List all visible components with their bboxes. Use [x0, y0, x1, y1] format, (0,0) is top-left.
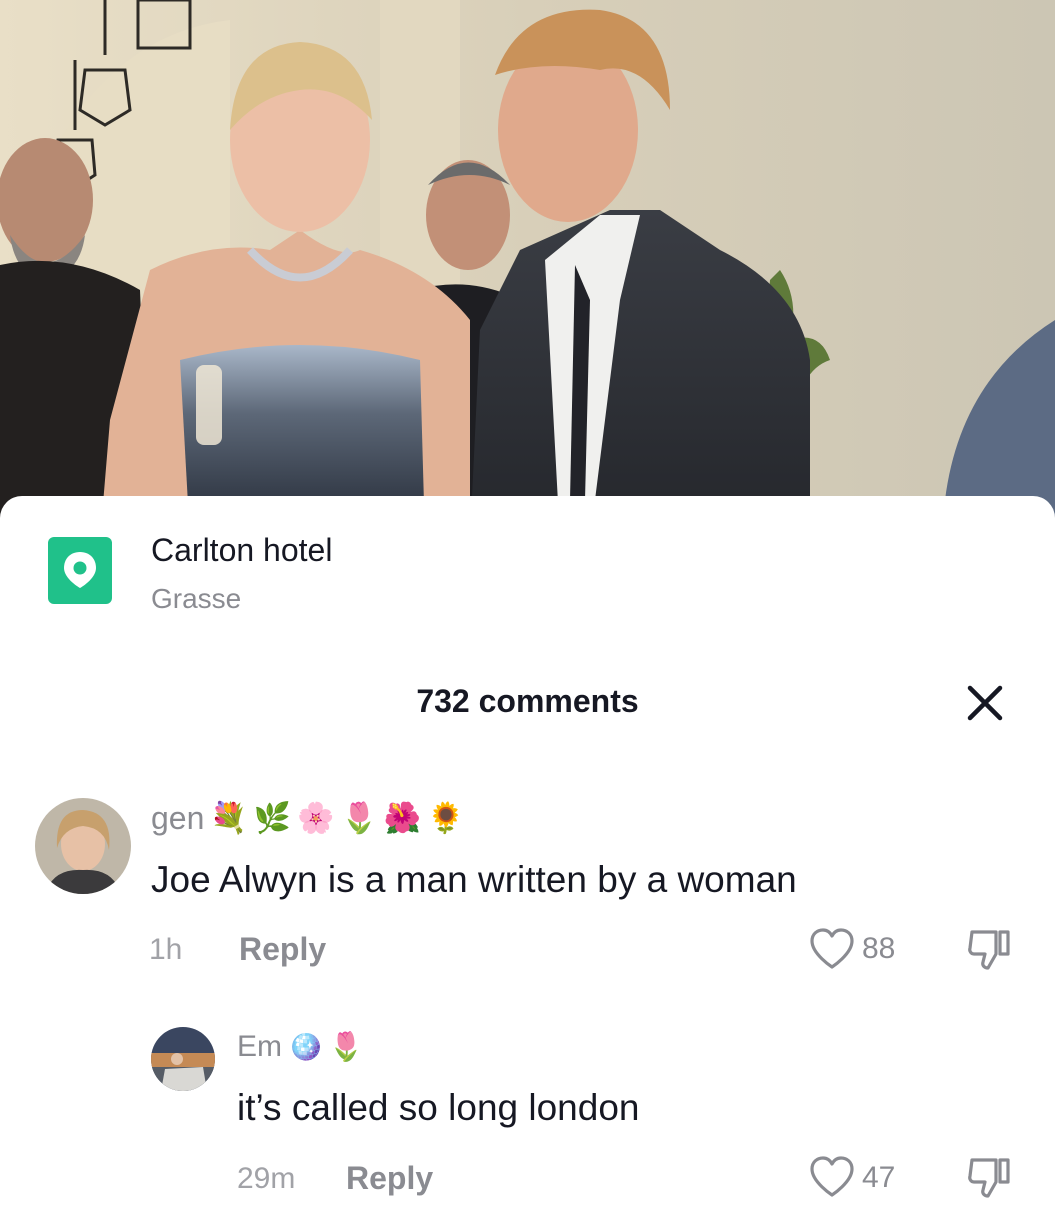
- comment-text: Joe Alwyn is a man written by a woman: [151, 859, 797, 900]
- like-count: 88: [862, 932, 896, 965]
- close-button[interactable]: [964, 682, 1006, 724]
- emoji-tulip: 🌷: [328, 1030, 364, 1063]
- emoji-bouquet: 💐: [210, 800, 248, 836]
- username-text: gen: [151, 800, 205, 836]
- location-subtitle: Grasse: [151, 583, 242, 614]
- dislike-button[interactable]: [966, 926, 1014, 977]
- username-text: Em: [237, 1030, 282, 1063]
- avatar[interactable]: [35, 798, 131, 894]
- comment-count: 732 comments: [416, 683, 639, 719]
- emoji-mirror-ball: 🪩: [288, 1030, 323, 1063]
- heart-icon: [810, 1156, 854, 1197]
- like-button[interactable]: [808, 927, 856, 976]
- emoji-herb: 🌿: [253, 800, 292, 836]
- comment-username[interactable]: gen 💐 🌿 🌸 🌷 🌺 🌻: [151, 800, 465, 837]
- comment-time: 29m: [237, 1162, 296, 1195]
- emoji-cherry-blossom: 🌸: [297, 800, 335, 836]
- user-avatar-image: [151, 1027, 215, 1091]
- close-icon: [967, 685, 1003, 721]
- heart-icon: [810, 928, 854, 969]
- dislike-button[interactable]: [966, 1154, 1014, 1205]
- map-pin-icon: [64, 552, 96, 588]
- video-frame[interactable]: [0, 0, 1055, 540]
- reply-button[interactable]: Reply: [239, 931, 326, 968]
- thumbs-down-icon: [968, 1158, 1010, 1198]
- location-badge[interactable]: [48, 537, 112, 604]
- avatar[interactable]: [151, 1027, 215, 1091]
- emoji-tulip: 🌷: [340, 800, 378, 836]
- user-avatar-image: [35, 798, 131, 894]
- comment-time: 1h: [149, 933, 183, 966]
- location-title[interactable]: Carlton hotel: [151, 532, 332, 569]
- reply-button[interactable]: Reply: [346, 1160, 433, 1197]
- emoji-sunflower: 🌻: [427, 800, 465, 836]
- comment-text: it’s called so long london: [237, 1087, 640, 1128]
- like-button[interactable]: [808, 1155, 856, 1204]
- video-scene: [0, 0, 1055, 540]
- emoji-hibiscus: 🌺: [383, 800, 422, 836]
- like-count: 47: [862, 1161, 896, 1194]
- comment-username[interactable]: Em 🪩 🌷: [237, 1030, 364, 1064]
- thumbs-down-icon: [968, 930, 1010, 970]
